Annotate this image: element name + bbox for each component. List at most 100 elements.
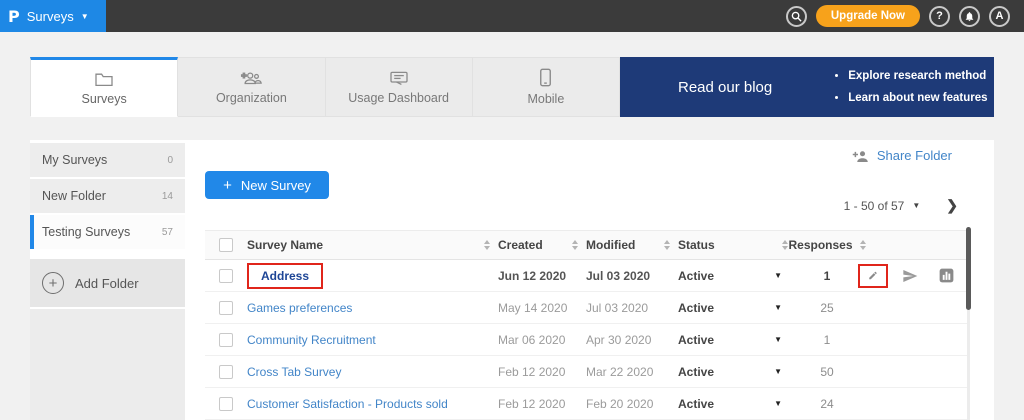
sort-icon[interactable] [664, 240, 670, 250]
responses-count: 25 [820, 301, 833, 315]
notifications-button[interactable] [959, 6, 980, 27]
column-header-survey-name: Survey Name [247, 238, 323, 252]
tab-label: Usage Dashboard [348, 91, 449, 105]
tabs-row: Surveys Organization Usage Dashboard Mob… [30, 57, 994, 117]
reports-button[interactable] [932, 264, 960, 288]
share-folder-button[interactable]: Share Folder [852, 148, 952, 163]
responses-count: 1 [824, 333, 831, 347]
product-switcher[interactable]: P Surveys ▼ [0, 0, 106, 32]
tab-surveys[interactable]: Surveys [30, 57, 178, 117]
add-group-icon [240, 70, 262, 86]
table-header-row: Survey Name Created Modified Status Resp… [205, 230, 970, 260]
created-date: Feb 12 2020 [498, 365, 565, 379]
folder-name: My Surveys [42, 153, 107, 167]
status-dropdown-caret[interactable]: ▼ [774, 303, 782, 312]
status-dropdown-caret[interactable]: ▼ [774, 335, 782, 344]
avatar[interactable]: A [989, 6, 1010, 27]
surveys-table: Survey Name Created Modified Status Resp… [205, 230, 970, 420]
survey-name-link[interactable]: Cross Tab Survey [247, 365, 341, 379]
sidebar-item-new-folder[interactable]: New Folder 14 [30, 179, 185, 213]
column-header-responses: Responses [788, 238, 852, 252]
survey-name-link[interactable]: Community Recruitment [247, 333, 376, 347]
scrollbar-thumb[interactable] [966, 227, 971, 310]
sort-icon[interactable] [782, 240, 788, 250]
sort-icon[interactable] [572, 240, 578, 250]
responses-count: 24 [820, 397, 833, 411]
upgrade-now-button[interactable]: Upgrade Now [816, 5, 920, 27]
chevron-down-icon: ▼ [81, 12, 89, 21]
status-dropdown-caret[interactable]: ▼ [774, 399, 782, 408]
status-dropdown-caret[interactable]: ▼ [774, 367, 782, 376]
next-page-button[interactable]: ❯ [946, 197, 958, 214]
table-row: Address Jun 12 2020 Jul 03 2020 Active ▼… [205, 260, 970, 292]
row-checkbox[interactable] [219, 301, 233, 315]
banner-bullet: Learn about new features [848, 87, 987, 109]
survey-name-link[interactable]: Address [247, 263, 323, 289]
status-value: Active [678, 365, 714, 379]
tab-label: Surveys [82, 92, 127, 106]
created-date: Mar 06 2020 [498, 333, 565, 347]
row-checkbox[interactable] [219, 269, 233, 283]
phone-icon [539, 68, 552, 87]
pagination-range-dropdown[interactable]: 1 - 50 of 57 ▼ [844, 199, 921, 213]
tab-mobile[interactable]: Mobile [473, 57, 620, 117]
sort-icon[interactable] [860, 240, 866, 250]
sort-icon[interactable] [484, 240, 490, 250]
proprofs-logo: P [8, 7, 20, 26]
status-dropdown-caret[interactable]: ▼ [774, 271, 782, 280]
topbar-actions: Upgrade Now ? A [786, 5, 1024, 27]
plus-circle-icon: + [42, 272, 64, 294]
banner-bullet: Explore research method [848, 65, 987, 87]
select-all-checkbox[interactable] [219, 238, 233, 252]
help-button[interactable]: ? [929, 6, 950, 27]
scrollbar-track[interactable] [967, 310, 970, 420]
tab-organization[interactable]: Organization [178, 57, 325, 117]
pencil-icon [868, 268, 878, 283]
tab-usage-dashboard[interactable]: Usage Dashboard [326, 57, 473, 117]
new-survey-label: New Survey [241, 178, 311, 193]
row-checkbox[interactable] [219, 365, 233, 379]
survey-name-link[interactable]: Customer Satisfaction - Products sold [247, 397, 448, 411]
sidebar-item-my-surveys[interactable]: My Surveys 0 [30, 143, 185, 177]
responses-count: 50 [820, 365, 833, 379]
add-folder-button[interactable]: + Add Folder [30, 259, 185, 307]
modified-date: Apr 30 2020 [586, 333, 651, 347]
content-card: My Surveys 0 New Folder 14 Testing Surve… [30, 140, 994, 420]
banner-bullet-list: Explore research method Learn about new … [834, 65, 987, 110]
row-checkbox[interactable] [219, 333, 233, 347]
status-value: Active [678, 269, 714, 283]
edit-survey-button[interactable] [858, 264, 888, 288]
responses-count: 1 [824, 269, 831, 283]
new-survey-button[interactable]: + New Survey [205, 171, 329, 199]
product-menu-label: Surveys [27, 9, 74, 24]
status-value: Active [678, 301, 714, 315]
folder-name: Testing Surveys [42, 225, 130, 239]
folder-name: New Folder [42, 189, 106, 203]
send-survey-button[interactable] [896, 264, 924, 288]
bar-chart-icon [939, 268, 954, 283]
survey-name-link[interactable]: Games preferences [247, 301, 352, 315]
column-header-created: Created [498, 238, 543, 252]
created-date: May 14 2020 [498, 301, 567, 315]
folders-sidebar: My Surveys 0 New Folder 14 Testing Surve… [30, 140, 185, 420]
column-header-modified: Modified [586, 238, 635, 252]
search-button[interactable] [786, 6, 807, 27]
table-row: Community Recruitment Mar 06 2020 Apr 30… [205, 324, 970, 356]
pagination: 1 - 50 of 57 ▼ ❯ [844, 197, 958, 214]
row-checkbox[interactable] [219, 397, 233, 411]
plus-icon: + [223, 177, 232, 194]
column-header-status: Status [678, 238, 715, 252]
folder-count: 14 [162, 191, 173, 202]
blog-banner[interactable]: Read our blog Explore research method Le… [620, 57, 994, 117]
modified-date: Jul 03 2020 [586, 301, 648, 315]
tab-label: Mobile [527, 92, 564, 106]
add-folder-label: Add Folder [75, 276, 139, 291]
folder-count: 57 [162, 227, 173, 238]
created-date: Jun 12 2020 [498, 269, 566, 283]
dashboard-icon [389, 70, 409, 86]
modified-date: Mar 22 2020 [586, 365, 653, 379]
table-row: Cross Tab Survey Feb 12 2020 Mar 22 2020… [205, 356, 970, 388]
paper-plane-icon [902, 268, 918, 284]
created-date: Feb 12 2020 [498, 397, 565, 411]
sidebar-item-testing-surveys[interactable]: Testing Surveys 57 [30, 215, 185, 249]
